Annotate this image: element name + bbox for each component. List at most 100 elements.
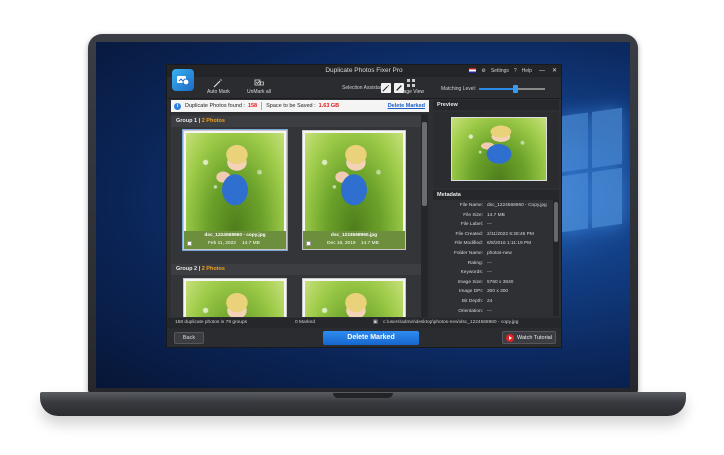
photo-thumbnail (305, 133, 403, 231)
back-button[interactable]: Back (174, 332, 204, 344)
metadata-key: Keywords: (460, 270, 483, 276)
photo-card[interactable] (302, 278, 406, 317)
space-saved-value: 1.63 GB (318, 103, 340, 109)
watch-tutorial-label: Watch Tutorial (517, 334, 552, 341)
duplicate-groups-grid: Group 1 | 2 Photos dsc_1224568960 - copy… (171, 114, 421, 317)
unmark-checkbox-icon (254, 79, 264, 86)
delete-marked-link[interactable]: Delete Marked (388, 103, 425, 109)
app-logo (172, 69, 194, 91)
metadata-value: photos-new (487, 251, 512, 256)
footer: Back Delete Marked Watch Tutorial (167, 328, 561, 347)
watch-tutorial-button[interactable]: Watch Tutorial (502, 331, 556, 344)
help-menu[interactable]: Help (522, 68, 532, 74)
metadata-key: File Label: (460, 222, 483, 228)
windows-logo-icon (560, 107, 624, 237)
play-icon (506, 333, 514, 342)
group-title: Group 2 (176, 266, 198, 272)
delete-marked-button[interactable]: Delete Marked (323, 331, 419, 345)
metadata-row: File Name: dsc_1224568960 - Copy.jpg (433, 203, 553, 212)
scan-summary-bar: i Duplicate Photos found : 158 Space to … (171, 100, 429, 112)
metadata-scrollbar[interactable] (553, 200, 559, 316)
matching-level-control: Matching Level: (441, 85, 546, 93)
settings-menu[interactable]: Settings (491, 68, 509, 74)
metadata-row: File Size: 14.7 MB (433, 213, 553, 222)
metadata-value: 300 x 300 (487, 289, 509, 295)
matching-level-thumb[interactable] (512, 85, 518, 93)
photo-size: 14.7 MB (361, 241, 379, 246)
group-title: Group 1 (176, 118, 198, 124)
metadata-key: Orientation: (458, 308, 483, 314)
unmark-all-label: UnMark all (247, 89, 271, 95)
metadata-value: --- (487, 260, 492, 266)
group-header-2: Group 2 | 2 Photos (171, 264, 421, 275)
metadata-key: File Modified: (454, 241, 483, 247)
photo-filename: dsc_1224568960 - copy.jpg (204, 233, 266, 238)
metadata-row: Bit Depth: 24 (433, 299, 553, 308)
divider (261, 102, 263, 110)
scrollbar-thumb[interactable] (422, 122, 427, 206)
scrollbar-thumb[interactable] (554, 202, 558, 242)
metadata-row: File Created: 2/11/2022 6:28:46 PM (433, 232, 553, 241)
metadata-value: --- (487, 270, 492, 276)
folder-icon: ▣ (373, 320, 378, 325)
photo-date: Feb 11, 2022 (208, 241, 236, 246)
metadata-key: Folder Name: (453, 251, 483, 256)
auto-mark-button[interactable]: Auto Mark (207, 78, 230, 95)
group-count: 2 Photos (201, 266, 225, 272)
photo-filename: dsc_1224568960.jpg (330, 233, 378, 238)
close-button[interactable]: ✕ (552, 67, 557, 74)
metadata-key: File Created: (455, 231, 483, 237)
photo-thumbnail (186, 133, 284, 231)
metadata-row: Image DPI: 300 x 300 (433, 289, 553, 298)
space-saved-label: Space to be Saved : (266, 103, 316, 109)
status-bar: 158 duplicate photos in 79 groups 0 Mark… (167, 318, 561, 328)
metadata-value: 14.7 MB (487, 212, 505, 218)
photo-card[interactable] (183, 278, 287, 317)
photo-size: 14.7 MB (242, 241, 260, 246)
image-view-button[interactable]: Image View (398, 78, 424, 95)
grid-scrollbar[interactable] (421, 114, 428, 317)
grid-view-icon (407, 79, 416, 87)
metadata-row: Keywords: --- (433, 270, 553, 279)
photo-thumbnail (186, 281, 284, 317)
metadata-key: Bit Depth: (461, 299, 483, 304)
photo-thumbnail (305, 281, 403, 317)
status-file-path: c:\users\admin\desktop\photos-new\dsc_12… (383, 320, 519, 325)
mark-checkbox[interactable] (187, 241, 192, 246)
status-marked-count: 0 Marked (295, 320, 315, 325)
matching-level-fill (479, 88, 516, 90)
language-flag-icon[interactable] (469, 68, 477, 73)
image-view-label: Image View (398, 89, 425, 95)
selection-assistant-wand-button[interactable] (381, 83, 391, 93)
info-icon: i (174, 102, 181, 110)
unmark-all-button[interactable]: UnMark all (247, 78, 271, 95)
photo-card[interactable]: dsc_1224568960 - copy.jpg Feb 11, 2022 1… (182, 129, 288, 251)
metadata-row: Rating: --- (433, 261, 553, 270)
metadata-value: 6/8/2016 1:11:19 PM (487, 241, 532, 247)
metadata-value: --- (487, 222, 492, 228)
photo-caption: dsc_1224568960.jpg Dec 18, 2019 14.7 MB (303, 231, 405, 249)
metadata-row: Orientation: --- (433, 309, 553, 316)
toolbar: Auto Mark UnMark all Selection Assistant… (167, 77, 561, 99)
minimize-button[interactable]: — (539, 68, 545, 74)
preview-image (451, 117, 547, 181)
mark-checkbox[interactable] (306, 241, 311, 246)
metadata-row: File Label: --- (433, 222, 553, 231)
metadata-value: 2/11/2022 6:28:46 PM (487, 231, 534, 237)
metadata-key: Image DPI: (459, 289, 483, 295)
gear-icon: ⚙ (481, 67, 486, 74)
status-summary: 158 duplicate photos in 79 groups (175, 320, 248, 325)
metadata-row: File Modified: 6/8/2016 1:11:19 PM (433, 241, 553, 250)
selection-assistant-label: Selection Assistant (342, 85, 384, 91)
metadata-value: --- (487, 308, 492, 314)
metadata-key: File Size: (463, 212, 483, 218)
metadata-row: Image Size: 5760 x 3840 (433, 280, 553, 289)
title-bar: Duplicate Photos Fixer Pro ⚙ Settings ? … (167, 65, 561, 77)
laptop-notch (333, 393, 393, 398)
metadata-value: dsc_1224568960 - Copy.jpg (487, 203, 547, 208)
duplicates-found-value: 158 (247, 103, 258, 109)
matching-level-slider[interactable] (479, 85, 546, 93)
photo-card[interactable]: dsc_1224568960.jpg Dec 18, 2019 14.7 MB (302, 130, 406, 250)
metadata-header: Metadata (433, 190, 559, 200)
metadata-key: Image Size: (457, 279, 483, 285)
